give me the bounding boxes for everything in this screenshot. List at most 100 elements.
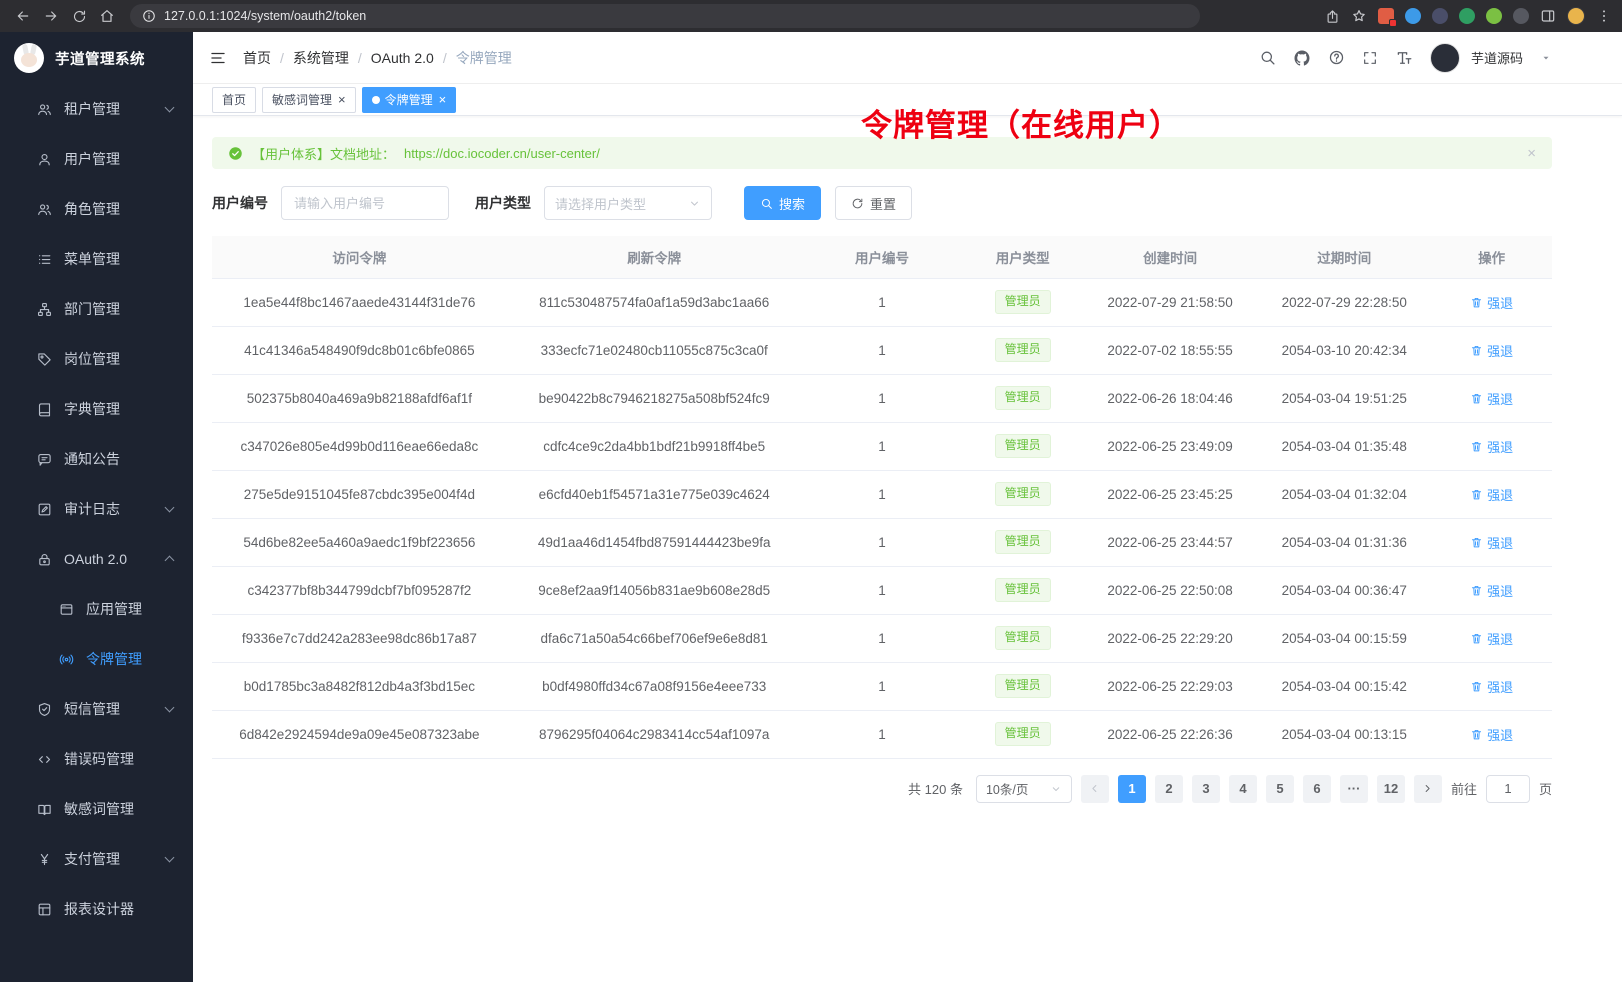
tab-token[interactable]: 令牌管理× (362, 87, 457, 113)
browser-reload-button[interactable] (66, 4, 92, 28)
force-logout-button[interactable]: 强退 (1470, 341, 1513, 360)
site-info-icon[interactable] (142, 9, 156, 23)
user-type-select[interactable]: 请选择用户类型 (544, 186, 712, 220)
force-logout-button[interactable]: 强退 (1470, 389, 1513, 408)
doc-link[interactable]: https://doc.iocoder.cn/user-center/ (404, 146, 600, 161)
page-button-5[interactable]: 5 (1266, 775, 1294, 803)
browser-forward-button[interactable] (38, 4, 64, 28)
sidebar-item-dept[interactable]: 部门管理 (0, 284, 193, 334)
users-icon (36, 102, 52, 117)
next-page-button[interactable] (1414, 775, 1442, 803)
page-button-2[interactable]: 2 (1155, 775, 1183, 803)
sidebar-item-report-designer[interactable]: 报表设计器 (0, 884, 193, 934)
refresh-token-cell: 811c530487574fa0af1a59d3abc1aa66 (507, 278, 802, 326)
sidebar-item-sms[interactable]: 短信管理 (0, 684, 193, 734)
app-logo-row[interactable]: 芋道管理系统 (0, 32, 193, 84)
overflow-menu-icon[interactable] (1596, 8, 1612, 24)
table-row: c342377bf8b344799dcbf7bf095287f29ce8ef2a… (212, 566, 1552, 614)
sidebar-item-oauth2-application[interactable]: 应用管理 (0, 584, 193, 634)
tab-home[interactable]: 首页 (212, 87, 256, 113)
force-logout-button[interactable]: 强退 (1470, 581, 1513, 600)
extension-icon[interactable] (1513, 8, 1529, 24)
sidebar-collapse-icon[interactable] (209, 49, 227, 67)
force-logout-button[interactable]: 强退 (1470, 725, 1513, 744)
chevron-down-icon (1050, 783, 1062, 795)
extension-icon[interactable] (1486, 8, 1502, 24)
force-logout-button[interactable]: 强退 (1470, 437, 1513, 456)
users-icon (36, 202, 52, 217)
created-time-cell: 2022-06-25 23:45:25 (1083, 470, 1257, 518)
user-id-input[interactable] (281, 186, 449, 220)
expire-time-cell: 2054-03-04 01:35:48 (1257, 422, 1431, 470)
font-size-icon[interactable] (1395, 49, 1413, 67)
sidebar-item-oauth2-token[interactable]: 令牌管理 (0, 634, 193, 684)
page-size-select[interactable]: 10条/页 (976, 775, 1072, 803)
force-logout-button[interactable]: 强退 (1470, 485, 1513, 504)
page-button-1[interactable]: 1 (1118, 775, 1146, 803)
breadcrumb-item[interactable]: OAuth 2.0 (371, 50, 434, 66)
force-logout-button[interactable]: 强退 (1470, 533, 1513, 552)
user-avatar[interactable] (1430, 43, 1460, 73)
access-token-cell: c347026e805e4d99b0d116eae66eda8c (212, 422, 507, 470)
force-logout-button[interactable]: 强退 (1470, 629, 1513, 648)
sidebar-item-post[interactable]: 岗位管理 (0, 334, 193, 384)
force-logout-button[interactable]: 强退 (1470, 677, 1513, 696)
page-more-button[interactable]: ··· (1340, 775, 1368, 803)
sidebar-item-notice[interactable]: 通知公告 (0, 434, 193, 484)
refresh-token-cell: be90422b8c7946218275a508bf524fc9 (507, 374, 802, 422)
search-icon[interactable] (1259, 49, 1276, 66)
trash-icon (1470, 536, 1483, 549)
breadcrumb-item[interactable]: 系统管理 (293, 48, 349, 68)
browser-back-button[interactable] (10, 4, 36, 28)
page-button-4[interactable]: 4 (1229, 775, 1257, 803)
expire-time-cell: 2054-03-04 19:51:25 (1257, 374, 1431, 422)
close-icon[interactable]: × (338, 93, 346, 106)
extension-icon[interactable] (1432, 8, 1448, 24)
tag-icon (36, 352, 52, 367)
search-button[interactable]: 搜索 (744, 186, 821, 220)
share-icon[interactable] (1325, 9, 1340, 24)
alert-close-icon[interactable]: × (1527, 145, 1536, 162)
prev-page-button[interactable] (1081, 775, 1109, 803)
refresh-token-cell: cdfc4ce9c2da4bb1bdf21b9918ff4be5 (507, 422, 802, 470)
sidebar-item-oauth2[interactable]: OAuth 2.0 (0, 534, 193, 584)
sidebar-item-error-code[interactable]: 错误码管理 (0, 734, 193, 784)
chevron-down-icon[interactable] (1540, 52, 1552, 64)
help-icon[interactable] (1328, 49, 1345, 66)
sidebar-item-tenant[interactable]: 租户管理 (0, 84, 193, 134)
sidebar-item-user[interactable]: 用户管理 (0, 134, 193, 184)
page-button-12[interactable]: 12 (1377, 775, 1405, 803)
app-title: 芋道管理系统 (55, 48, 145, 69)
close-icon[interactable]: × (439, 93, 447, 106)
github-icon[interactable] (1293, 49, 1311, 67)
goto-page-input[interactable] (1486, 775, 1530, 803)
goto-suffix: 页 (1539, 779, 1552, 798)
sidebar-item-menu[interactable]: 菜单管理 (0, 234, 193, 284)
reset-button[interactable]: 重置 (835, 186, 912, 220)
tab-sensitive-word[interactable]: 敏感词管理× (262, 87, 356, 113)
sidebar-item-audit-log[interactable]: 审计日志 (0, 484, 193, 534)
page-button-6[interactable]: 6 (1303, 775, 1331, 803)
sidebar-item-role[interactable]: 角色管理 (0, 184, 193, 234)
sidebar-item-sensitive-word[interactable]: 敏感词管理 (0, 784, 193, 834)
bookmark-star-icon[interactable] (1351, 8, 1367, 24)
edit-icon (36, 502, 52, 517)
user-id-cell: 1 (802, 518, 963, 566)
extension-icon[interactable] (1459, 8, 1475, 24)
split-view-icon[interactable] (1540, 8, 1556, 24)
force-logout-button[interactable]: 强退 (1470, 293, 1513, 312)
user-name[interactable]: 芋道源码 (1471, 48, 1523, 67)
page-button-3[interactable]: 3 (1192, 775, 1220, 803)
breadcrumb-item[interactable]: 首页 (243, 48, 271, 68)
fullscreen-icon[interactable] (1362, 50, 1378, 66)
browser-home-button[interactable] (94, 4, 120, 28)
sidebar-item-pay[interactable]: 支付管理 (0, 834, 193, 884)
user-icon (36, 152, 52, 167)
address-bar[interactable]: 127.0.0.1:1024/system/oauth2/token (130, 4, 1200, 28)
browser-profile-avatar[interactable] (1567, 7, 1585, 25)
user-id-cell: 1 (802, 422, 963, 470)
user-id-cell: 1 (802, 662, 963, 710)
extension-icon[interactable] (1378, 8, 1394, 24)
extension-icon[interactable] (1405, 8, 1421, 24)
sidebar-item-dict[interactable]: 字典管理 (0, 384, 193, 434)
